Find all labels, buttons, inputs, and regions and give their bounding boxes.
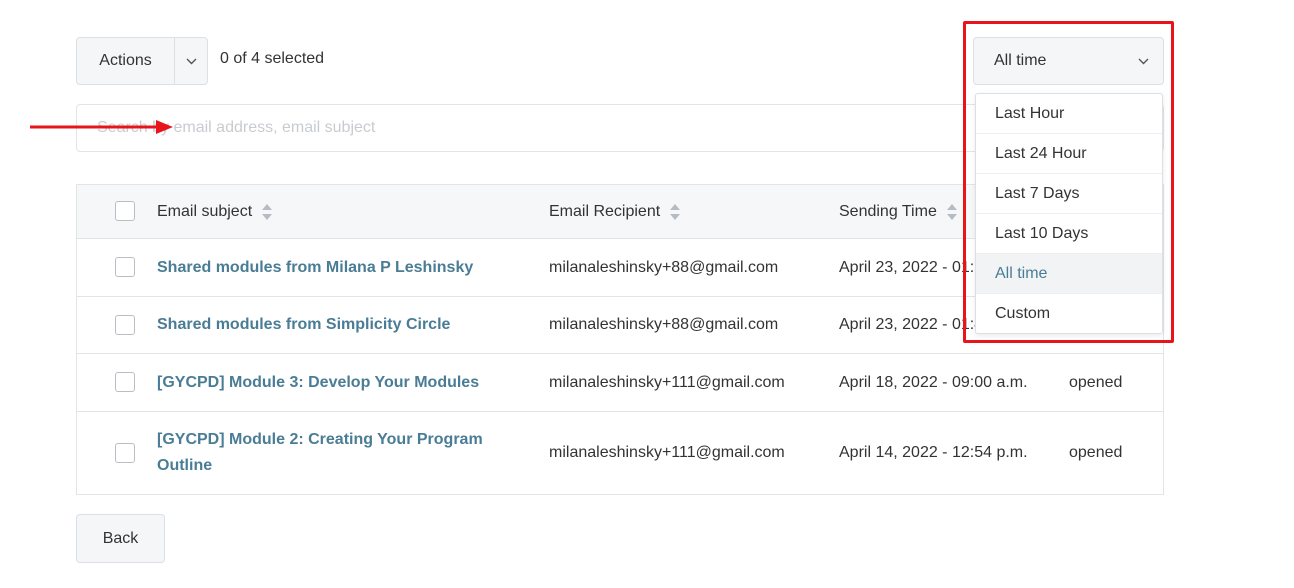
sending-time: April 23, 2022 - 01:5 xyxy=(839,258,984,276)
row-checkbox[interactable] xyxy=(115,257,135,277)
row-checkbox[interactable] xyxy=(115,443,135,463)
back-button[interactable]: Back xyxy=(76,514,165,563)
sending-time: April 14, 2022 - 12:54 p.m. xyxy=(839,444,1028,461)
column-email-recipient[interactable]: Email Recipient xyxy=(549,185,681,239)
menu-item-last-10-days[interactable]: Last 10 Days xyxy=(976,214,1162,254)
time-range-select[interactable]: All time xyxy=(973,37,1164,85)
email-recipient: milanaleshinsky+111@gmail.com xyxy=(549,444,785,461)
selection-count: 0 of 4 selected xyxy=(220,50,325,67)
actions-button[interactable]: Actions xyxy=(77,38,175,84)
email-recipient: milanaleshinsky+111@gmail.com xyxy=(549,373,785,391)
select-all-checkbox[interactable] xyxy=(115,201,135,221)
row-checkbox[interactable] xyxy=(115,372,135,392)
email-subject-link[interactable]: [GYCPD] Module 2: Creating Your Program … xyxy=(157,427,497,479)
time-range-value: All time xyxy=(994,52,1047,69)
arrow-right-icon xyxy=(30,120,173,134)
time-range-menu: Last Hour Last 24 Hour Last 7 Days Last … xyxy=(975,93,1163,334)
sort-icon xyxy=(262,204,273,220)
email-subject-link[interactable]: [GYCPD] Module 3: Develop Your Modules xyxy=(157,370,479,396)
email-subject-link[interactable]: Shared modules from Milana P Leshinsky xyxy=(157,255,473,281)
menu-item-last-7-days[interactable]: Last 7 Days xyxy=(976,174,1162,214)
sort-icon xyxy=(670,204,681,220)
sort-icon xyxy=(946,204,957,220)
sending-time: April 18, 2022 - 09:00 a.m. xyxy=(839,373,1028,391)
table-row: [GYCPD] Module 3: Develop Your Modules m… xyxy=(77,354,1163,412)
menu-item-all-time[interactable]: All time xyxy=(976,254,1162,294)
chevron-down-icon xyxy=(186,58,196,64)
email-subject-link[interactable]: Shared modules from Simplicity Circle xyxy=(157,312,450,338)
table-row: [GYCPD] Module 2: Creating Your Program … xyxy=(77,412,1163,494)
menu-item-custom[interactable]: Custom xyxy=(976,294,1162,334)
column-sending-time[interactable]: Sending Time xyxy=(839,185,958,239)
column-header-label: Email Recipient xyxy=(549,203,661,220)
email-recipient: milanaleshinsky+88@gmail.com xyxy=(549,316,779,333)
menu-item-last-hour[interactable]: Last Hour xyxy=(976,94,1162,134)
column-email-subject[interactable]: Email subject xyxy=(157,185,273,239)
status-text: opened xyxy=(1069,373,1123,391)
email-recipient: milanaleshinsky+88@gmail.com xyxy=(549,258,779,276)
column-header-label: Email subject xyxy=(157,203,253,220)
sending-time: April 23, 2022 - 01:4 xyxy=(839,316,984,333)
actions-dropdown[interactable]: Actions xyxy=(76,37,208,85)
chevron-down-icon xyxy=(1138,58,1149,64)
row-checkbox[interactable] xyxy=(115,315,135,335)
status-text: opened xyxy=(1069,444,1123,461)
actions-toggle[interactable] xyxy=(175,38,207,84)
menu-item-last-24-hour[interactable]: Last 24 Hour xyxy=(976,134,1162,174)
column-header-label: Sending Time xyxy=(839,203,937,220)
